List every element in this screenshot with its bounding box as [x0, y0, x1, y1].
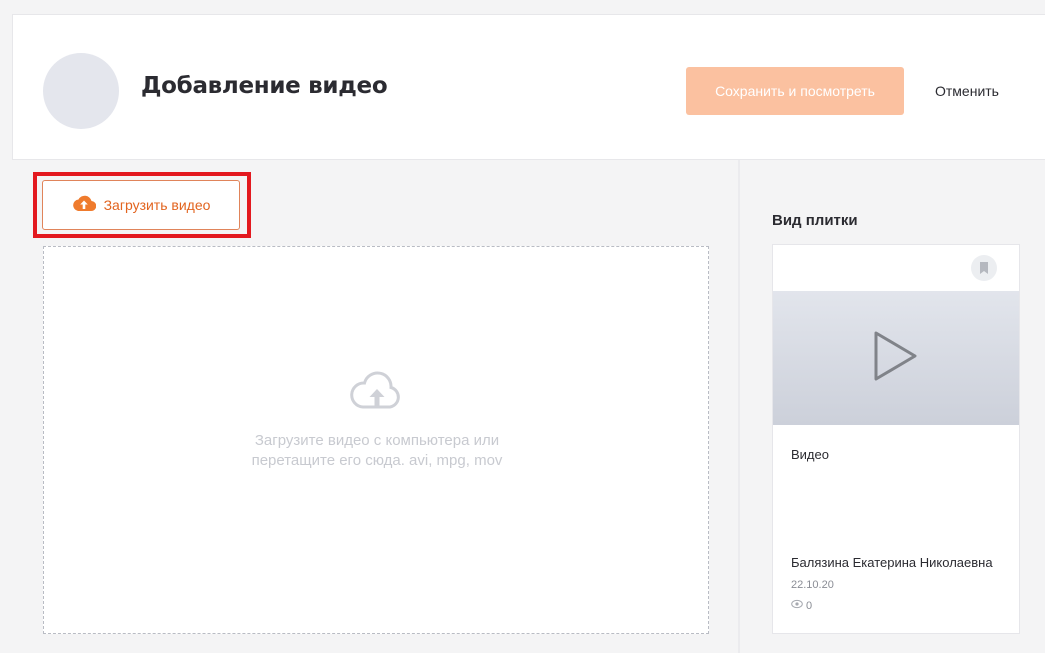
video-dropzone[interactable]: Загрузите видео с компьютера или перетащ… — [43, 246, 709, 634]
upload-area: Загрузить видео Загрузите видео с компью… — [12, 160, 738, 653]
cloud-upload-icon — [72, 194, 96, 217]
tile-author: Балязина Екатерина Николаевна — [791, 555, 993, 570]
page: Добавление видео Сохранить и посмотреть … — [0, 0, 1045, 653]
bookmark-icon[interactable] — [971, 255, 997, 281]
tile-video-title: Видео — [791, 447, 829, 462]
upload-video-button[interactable]: Загрузить видео — [42, 180, 240, 230]
avatar — [43, 53, 119, 129]
dropzone-hint-line2: перетащите его сюда. avi, mpg, mov — [251, 452, 503, 469]
cloud-upload-icon — [349, 369, 405, 418]
play-icon — [874, 331, 917, 381]
page-header: Добавление видео Сохранить и посмотреть … — [12, 14, 1045, 160]
video-thumbnail — [773, 291, 1019, 425]
page-title: Добавление видео — [141, 73, 388, 99]
views-count: 0 — [806, 599, 813, 612]
tile-date: 22.10.20 — [791, 579, 834, 591]
save-and-view-button[interactable]: Сохранить и посмотреть — [686, 67, 904, 115]
dropzone-hint: Загрузите видео с компьютера или перетащ… — [187, 431, 567, 471]
cancel-button[interactable]: Отменить — [917, 67, 1017, 115]
dropzone-hint-line1: Загрузите видео с компьютера или — [254, 432, 500, 449]
upload-video-label: Загрузить видео — [103, 197, 211, 213]
video-tile-card: Видео Балязина Екатерина Николаевна 22.1… — [772, 244, 1020, 634]
views-icon — [791, 599, 803, 612]
tile-preview-panel: Вид плитки Видео Балязина Екатерина Нико… — [740, 160, 1045, 653]
tile-views: 0 — [791, 599, 812, 612]
tile-preview-title: Вид плитки — [772, 212, 858, 229]
